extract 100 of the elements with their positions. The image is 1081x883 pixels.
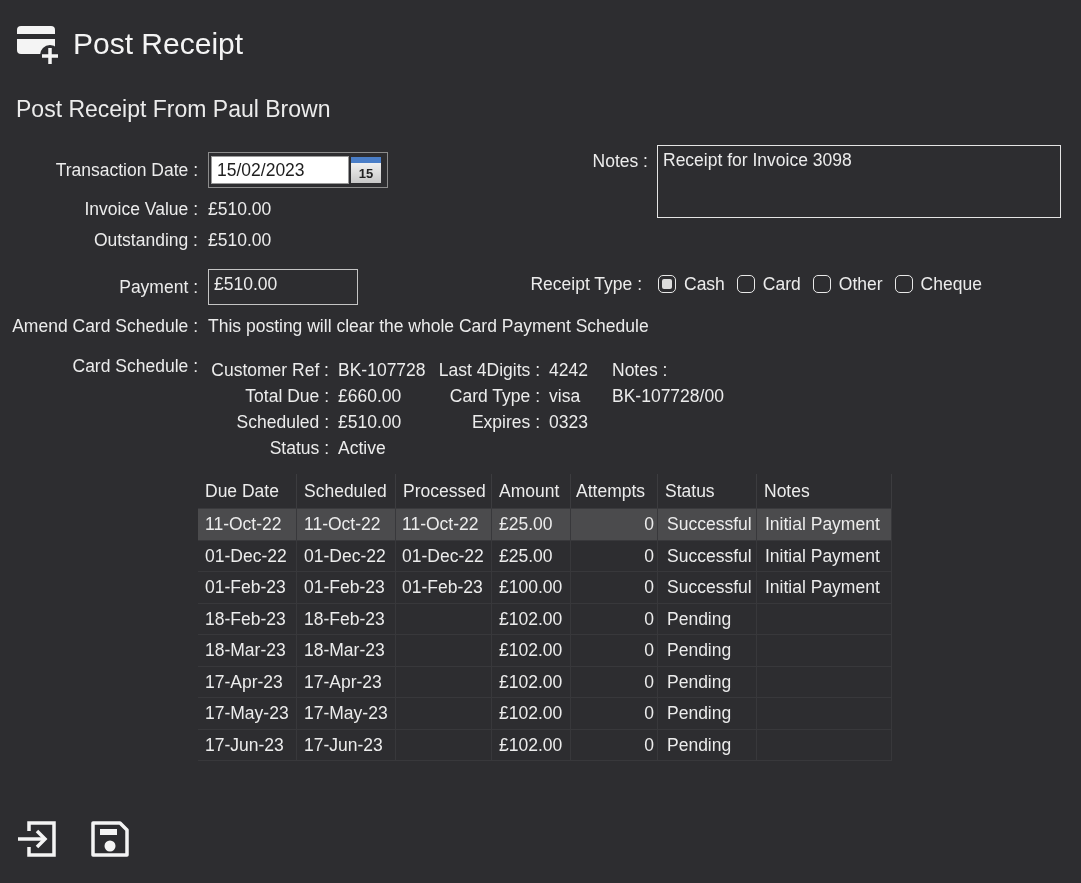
column-header[interactable]: Scheduled: [297, 474, 396, 508]
table-cell-text: 01-Feb-23: [205, 576, 286, 600]
field-label: Notes :: [592, 150, 648, 173]
table-cell-text: 17-May-23: [205, 702, 289, 726]
radio-option[interactable]: Cash: [658, 272, 725, 296]
column-header[interactable]: Attempts: [571, 474, 658, 508]
table-cell-text: 17-May-23: [304, 702, 388, 726]
column-header[interactable]: Status: [658, 474, 757, 508]
table-cell-text: 01-Dec-22: [402, 544, 484, 568]
field-label: Receipt Type :: [530, 273, 642, 296]
table-cell-text: 01-Dec-22: [304, 544, 386, 568]
table-cell-text: £102.00: [499, 607, 563, 631]
table-cell-text: £100.00: [499, 576, 563, 600]
field-value: 4242: [549, 360, 588, 380]
date-input[interactable]: 15/02/2023: [211, 156, 349, 184]
date-picker[interactable]: 15/02/2023 15: [208, 152, 388, 188]
field-value: £510.00: [338, 412, 402, 432]
warning-text: This posting will clear the whole Card Payment Schedule: [208, 315, 649, 338]
table-cell-text: 18-Mar-23: [205, 639, 286, 663]
table-cell-text: 01-Feb-23: [304, 576, 385, 600]
table-cell-text: Initial Payment: [765, 544, 880, 568]
table-cell-text: 17-Jun-23: [304, 733, 383, 757]
table-cell-text: 0: [644, 639, 654, 663]
table-cell-text: 18-Mar-23: [304, 639, 385, 663]
table-cell-text: 11-Oct-22: [304, 513, 381, 537]
table-cell-text: Pending: [667, 639, 732, 663]
table-cell-text: £102.00: [499, 639, 563, 663]
table-cell-text: £102.00: [499, 670, 563, 694]
field-label: Notes :: [612, 360, 668, 380]
field-label: Invoice Value :: [84, 198, 198, 221]
save-icon[interactable]: [91, 821, 129, 857]
field-value: 0323: [549, 412, 588, 432]
table-cell-text: Successful: [667, 576, 752, 600]
table-cell-text: 18-Feb-23: [205, 607, 286, 631]
column-header[interactable]: Processed: [396, 474, 492, 508]
table-row[interactable]: 18-Feb-23 18-Feb-23 £102.00 0 Pending: [198, 603, 892, 635]
table-cell-text: Initial Payment: [765, 513, 880, 537]
table-row[interactable]: 17-Apr-23 17-Apr-23 £102.00 0 Pending: [198, 666, 892, 698]
field-value: Active: [338, 438, 386, 458]
table-row[interactable]: 01-Feb-23 01-Feb-23 01-Feb-23 £100.00 0 Successful Initial Payment: [198, 572, 892, 604]
column-header[interactable]: Due Date: [198, 474, 297, 508]
table-cell-text: Pending: [667, 733, 732, 757]
table-cell-text: 01-Dec-22: [205, 544, 287, 568]
page-title: Post Receipt: [73, 26, 244, 62]
field-label: Scheduled :: [236, 411, 329, 434]
field-label: Last 4Digits :: [438, 359, 540, 382]
field-value: visa: [549, 386, 581, 406]
field-label: Customer Ref :: [211, 359, 329, 382]
calendar-button[interactable]: 15: [351, 157, 381, 183]
column-header[interactable]: Amount: [492, 474, 571, 508]
table-cell-text: £25.00: [499, 544, 553, 568]
table-row[interactable]: 17-Jun-23 17-Jun-23 £102.00 0 Pending: [198, 729, 892, 761]
field-label: Total Due :: [245, 385, 329, 408]
field-label: Payment :: [119, 276, 198, 299]
table-cell-text: 0: [644, 702, 654, 726]
field-label: Amend Card Schedule :: [12, 315, 198, 338]
table-cell-text: Successful: [667, 513, 752, 537]
table-cell-text: £102.00: [499, 733, 563, 757]
field-value: £510.00: [208, 229, 272, 252]
field-label: Card Type :: [449, 385, 540, 408]
table-cell-text: £102.00: [499, 702, 563, 726]
table-cell-text: 0: [644, 513, 654, 537]
field-value: BK-107728: [338, 360, 426, 380]
table-cell-text: £25.00: [499, 513, 553, 537]
table-cell-text: 0: [644, 544, 654, 568]
field-value: BK-107728/00: [612, 386, 724, 406]
table-row[interactable]: 18-Mar-23 18-Mar-23 £102.00 0 Pending: [198, 635, 892, 667]
table-cell-text: Pending: [667, 670, 732, 694]
radio-option[interactable]: Other: [812, 272, 883, 296]
table-cell-text: Pending: [667, 607, 732, 631]
field-label: Transaction Date :: [55, 159, 198, 182]
table-cell-text: 0: [644, 670, 654, 694]
radio-option[interactable]: Cheque: [894, 272, 982, 296]
table-row[interactable]: 01-Dec-22 01-Dec-22 01-Dec-22 £25.00 0 Successful Initial Payment: [198, 540, 892, 572]
radio-option[interactable]: Card: [736, 272, 801, 296]
field-value: £510.00: [208, 198, 272, 221]
payment-input[interactable]: £510.00: [208, 269, 358, 305]
field-label: Card Schedule :: [72, 355, 198, 378]
table-cell-text: 0: [644, 607, 654, 631]
table-cell-text: 0: [644, 576, 654, 600]
table-cell-text: 17-Apr-23: [205, 670, 283, 694]
table-cell-text: Successful: [667, 544, 752, 568]
notes-input[interactable]: Receipt for Invoice 3098: [657, 145, 1061, 218]
field-label: Expires :: [471, 411, 540, 434]
table-cell-text: 17-Jun-23: [205, 733, 284, 757]
field-value: £660.00: [338, 386, 402, 406]
field-label: Status :: [269, 437, 329, 460]
table-cell-text: 11-Oct-22: [402, 513, 479, 537]
column-header[interactable]: Notes: [757, 474, 892, 508]
page-subtitle: Post Receipt From Paul Brown: [16, 96, 331, 122]
card-plus-icon: [16, 24, 60, 64]
table-cell-text: 11-Oct-22: [205, 513, 282, 537]
field-label: Outstanding :: [93, 229, 198, 252]
table-cell-text: 17-Apr-23: [304, 670, 382, 694]
table-cell-text: 01-Feb-23: [402, 576, 483, 600]
table-row[interactable]: 11-Oct-22 11-Oct-22 11-Oct-22 £25.00 0 Successful Initial Payment: [198, 509, 892, 541]
table-cell-text: 18-Feb-23: [304, 607, 385, 631]
table-cell-text: 0: [644, 733, 654, 757]
table-row[interactable]: 17-May-23 17-May-23 £102.00 0 Pending: [198, 698, 892, 730]
table-cell-text: Initial Payment: [765, 576, 880, 600]
